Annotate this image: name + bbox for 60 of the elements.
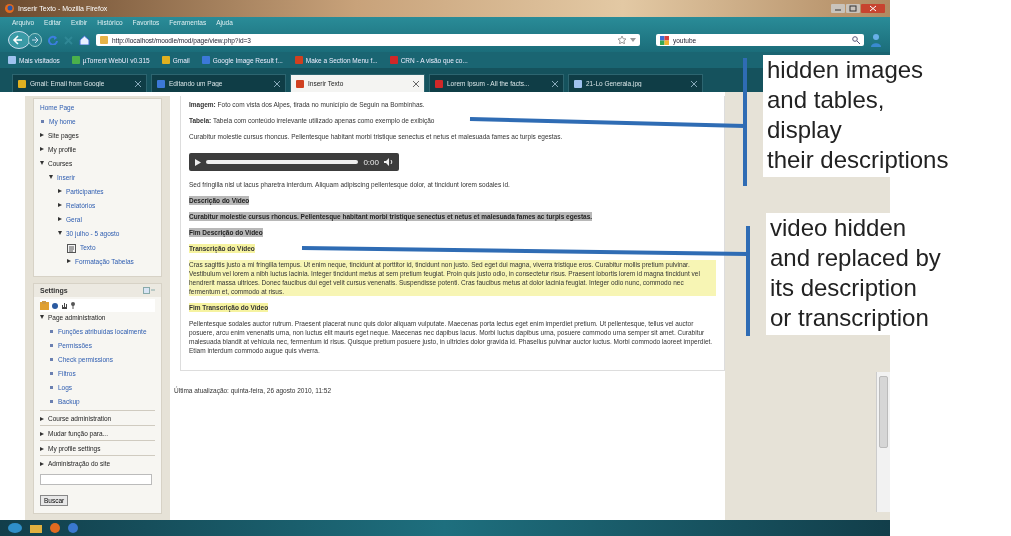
expand-arrow-icon[interactable] (40, 133, 44, 137)
bookmark-icon (8, 56, 16, 64)
volume-icon[interactable] (384, 158, 393, 166)
expand-arrow-icon[interactable] (58, 203, 62, 207)
home-icon[interactable] (79, 35, 90, 45)
tab-favicon-icon (18, 79, 26, 88)
start-icon[interactable] (8, 523, 22, 533)
bookmark-icon (71, 56, 80, 64)
close-icon[interactable] (413, 80, 419, 87)
audio-player[interactable]: 0:00 (189, 153, 399, 171)
bookmark-icon (201, 56, 210, 64)
expand-arrow-icon[interactable] (58, 217, 62, 221)
bullet-icon (50, 386, 53, 389)
expand-arrow-icon[interactable] (40, 147, 44, 151)
close-icon[interactable] (552, 80, 558, 87)
tab-favicon-icon (157, 79, 165, 88)
key-icon[interactable] (70, 302, 76, 309)
browser-icon[interactable] (50, 523, 60, 533)
page-icon (67, 244, 76, 253)
close-icon[interactable] (274, 80, 280, 87)
dropdown-arrow-icon[interactable] (630, 38, 636, 42)
bullet-icon (50, 330, 53, 333)
progress-track[interactable] (206, 160, 359, 164)
close-icon[interactable] (135, 80, 141, 87)
app-icon (5, 4, 14, 13)
bullet-icon (41, 120, 44, 123)
star-icon[interactable] (618, 36, 626, 44)
folder-icon[interactable] (30, 523, 42, 533)
expand-arrow-icon[interactable] (40, 417, 44, 421)
bullet-icon (50, 344, 53, 347)
bookmark-icon (161, 56, 170, 64)
bullet-icon (50, 358, 53, 361)
maximize-button[interactable] (846, 4, 860, 13)
tab-favicon-icon (574, 79, 582, 88)
expand-arrow-icon[interactable] (58, 231, 62, 235)
expand-arrow-icon[interactable] (40, 447, 44, 451)
folder-icon[interactable] (40, 301, 49, 310)
back-button[interactable] (8, 31, 30, 49)
close-button[interactable] (861, 4, 885, 13)
scrollbar-thumb[interactable] (879, 376, 888, 448)
bookmark-icon (294, 56, 303, 64)
close-icon[interactable] (691, 80, 697, 87)
search-icon[interactable] (852, 36, 860, 44)
expand-arrow-icon[interactable] (40, 315, 44, 319)
page-icon (100, 36, 108, 44)
bullet-icon (50, 400, 53, 403)
expand-arrow-icon[interactable] (40, 161, 44, 165)
bullet-icon (50, 372, 53, 375)
time-label: 0:00 (363, 157, 379, 167)
tab-favicon-icon (296, 79, 304, 88)
tab-favicon-icon (435, 79, 443, 88)
expand-arrow-icon[interactable] (40, 462, 44, 466)
play-icon[interactable] (195, 158, 201, 166)
expand-arrow-icon[interactable] (40, 432, 44, 436)
bookmark-icon (389, 56, 398, 64)
expand-arrow-icon[interactable] (58, 189, 62, 193)
forward-button[interactable] (28, 33, 42, 47)
expand-arrow-icon[interactable] (67, 259, 71, 263)
expand-arrow-icon[interactable] (49, 175, 53, 179)
search-field[interactable] (40, 474, 152, 485)
